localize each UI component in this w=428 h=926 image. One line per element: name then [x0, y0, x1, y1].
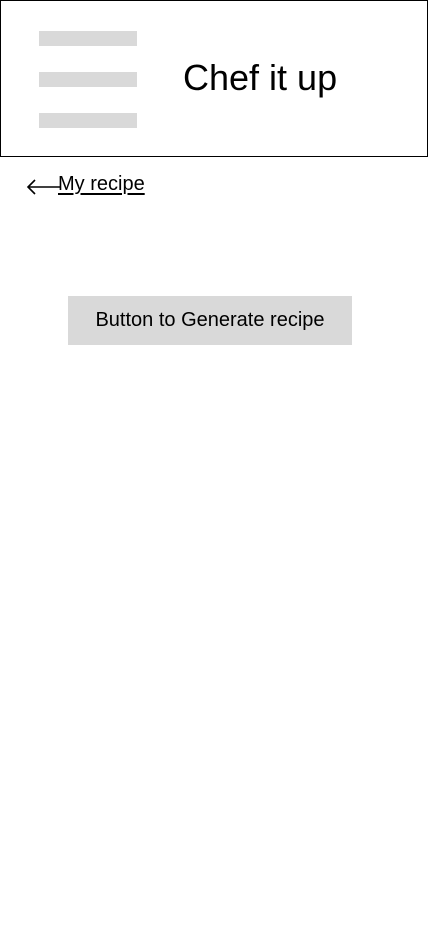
hamburger-menu-icon[interactable]	[39, 31, 137, 128]
app-header: Chef it up	[0, 0, 428, 157]
menu-bar-middle	[39, 72, 137, 87]
back-link[interactable]: My recipe	[26, 170, 145, 198]
app-title: Chef it up	[183, 57, 338, 98]
menu-bar-top	[39, 31, 137, 46]
menu-bar-bottom	[39, 113, 137, 128]
generate-recipe-button[interactable]: Button to Generate recipe	[68, 296, 352, 345]
back-link-label: My recipe	[58, 173, 145, 195]
arrow-left-icon	[26, 179, 60, 195]
